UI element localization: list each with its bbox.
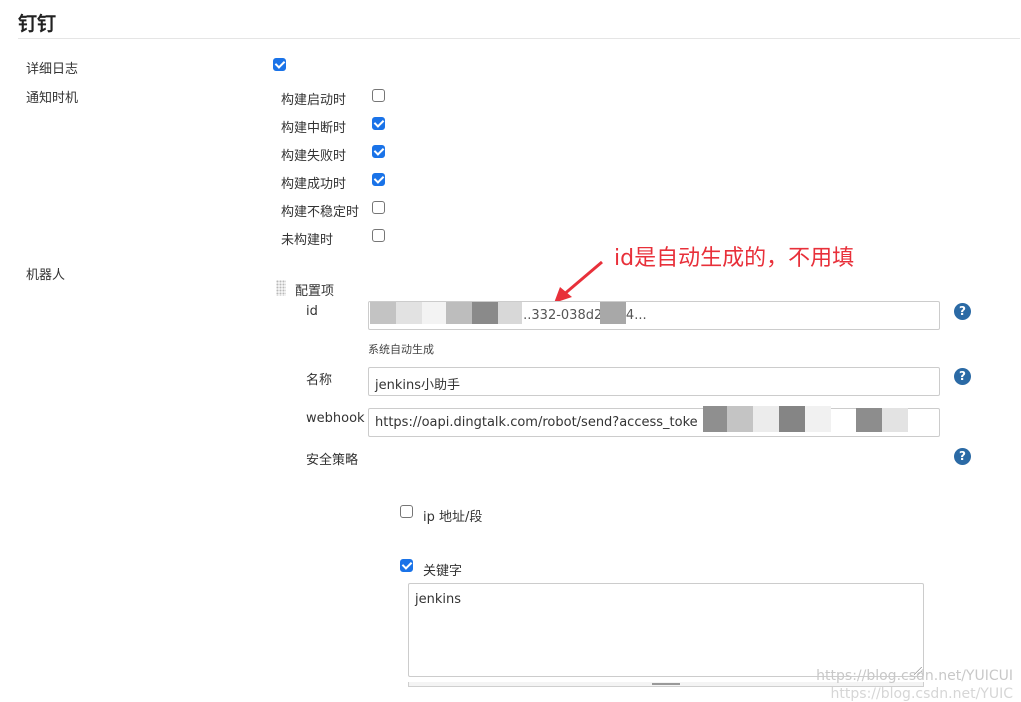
id-value: ...332-038d243c4...	[519, 308, 647, 323]
watermark: https://blog.csdn.net/YUIC	[830, 686, 1013, 702]
redaction-block	[498, 302, 522, 324]
keyword-textarea[interactable]: jenkins	[408, 583, 924, 677]
name-label: 名称	[306, 373, 333, 388]
redaction-block	[882, 408, 908, 432]
watermark: https://blog.csdn.net/YUICUI	[816, 668, 1013, 684]
redaction-block	[446, 302, 472, 324]
redaction-block	[422, 302, 446, 324]
verbose-log-label: 详细日志	[26, 62, 79, 77]
notify-option-label: 构建中断时	[281, 121, 347, 136]
notify-option-label: 构建失败时	[281, 149, 347, 164]
notify-timing-label: 通知时机	[26, 91, 79, 106]
verbose-log-checkbox[interactable]	[273, 58, 286, 71]
keyword-value: jenkins	[415, 592, 462, 607]
webhook-input[interactable]: https://oapi.dingtalk.com/robot/send?acc…	[368, 408, 940, 437]
help-icon[interactable]: ?	[954, 303, 971, 320]
redaction-block	[370, 302, 396, 324]
drag-handle-icon[interactable]	[276, 280, 286, 296]
notify-option-checkbox[interactable]	[372, 229, 385, 242]
section-title: 钉钉	[18, 13, 57, 35]
name-input[interactable]: jenkins小助手	[368, 367, 940, 396]
keyword-option-checkbox[interactable]	[400, 559, 413, 572]
ip-option-label: ip 地址/段	[423, 510, 483, 525]
notify-option-label: 构建不稳定时	[281, 205, 360, 220]
id-hint: 系统自动生成	[368, 343, 434, 356]
id-label: id	[306, 304, 318, 319]
section-divider	[18, 38, 1020, 39]
webhook-value: https://oapi.dingtalk.com/robot/send?acc…	[375, 415, 698, 430]
notify-option-label: 构建成功时	[281, 177, 347, 192]
help-icon[interactable]: ?	[954, 448, 971, 465]
notify-option-checkbox[interactable]	[372, 145, 385, 158]
notify-option-checkbox[interactable]	[372, 173, 385, 186]
notify-option-checkbox[interactable]	[372, 89, 385, 102]
redaction-block	[600, 302, 626, 324]
keyword-option-label: 关键字	[423, 564, 463, 579]
notify-option-label: 构建启动时	[281, 93, 347, 108]
help-icon[interactable]: ?	[954, 368, 971, 385]
webhook-label: webhook	[306, 411, 365, 426]
notify-option-label: 未构建时	[281, 233, 334, 248]
notify-option-checkbox[interactable]	[372, 201, 385, 214]
redaction-block	[753, 406, 779, 432]
redaction-block	[472, 302, 498, 324]
security-policy-label: 安全策略	[306, 453, 359, 468]
robot-label: 机器人	[26, 268, 66, 283]
redaction-block	[727, 406, 753, 432]
resize-handle-icon	[652, 683, 680, 685]
redaction-block	[779, 406, 805, 432]
redaction-block	[805, 406, 831, 432]
notify-option-checkbox[interactable]	[372, 117, 385, 130]
annotation-arrow-icon	[554, 260, 603, 303]
ip-option-checkbox[interactable]	[400, 505, 413, 518]
config-item-label: 配置项	[295, 284, 335, 299]
redaction-block	[703, 406, 727, 432]
annotation-text: id是自动生成的，不用填	[614, 246, 855, 271]
redaction-block	[396, 302, 422, 324]
redaction-block	[856, 408, 882, 432]
